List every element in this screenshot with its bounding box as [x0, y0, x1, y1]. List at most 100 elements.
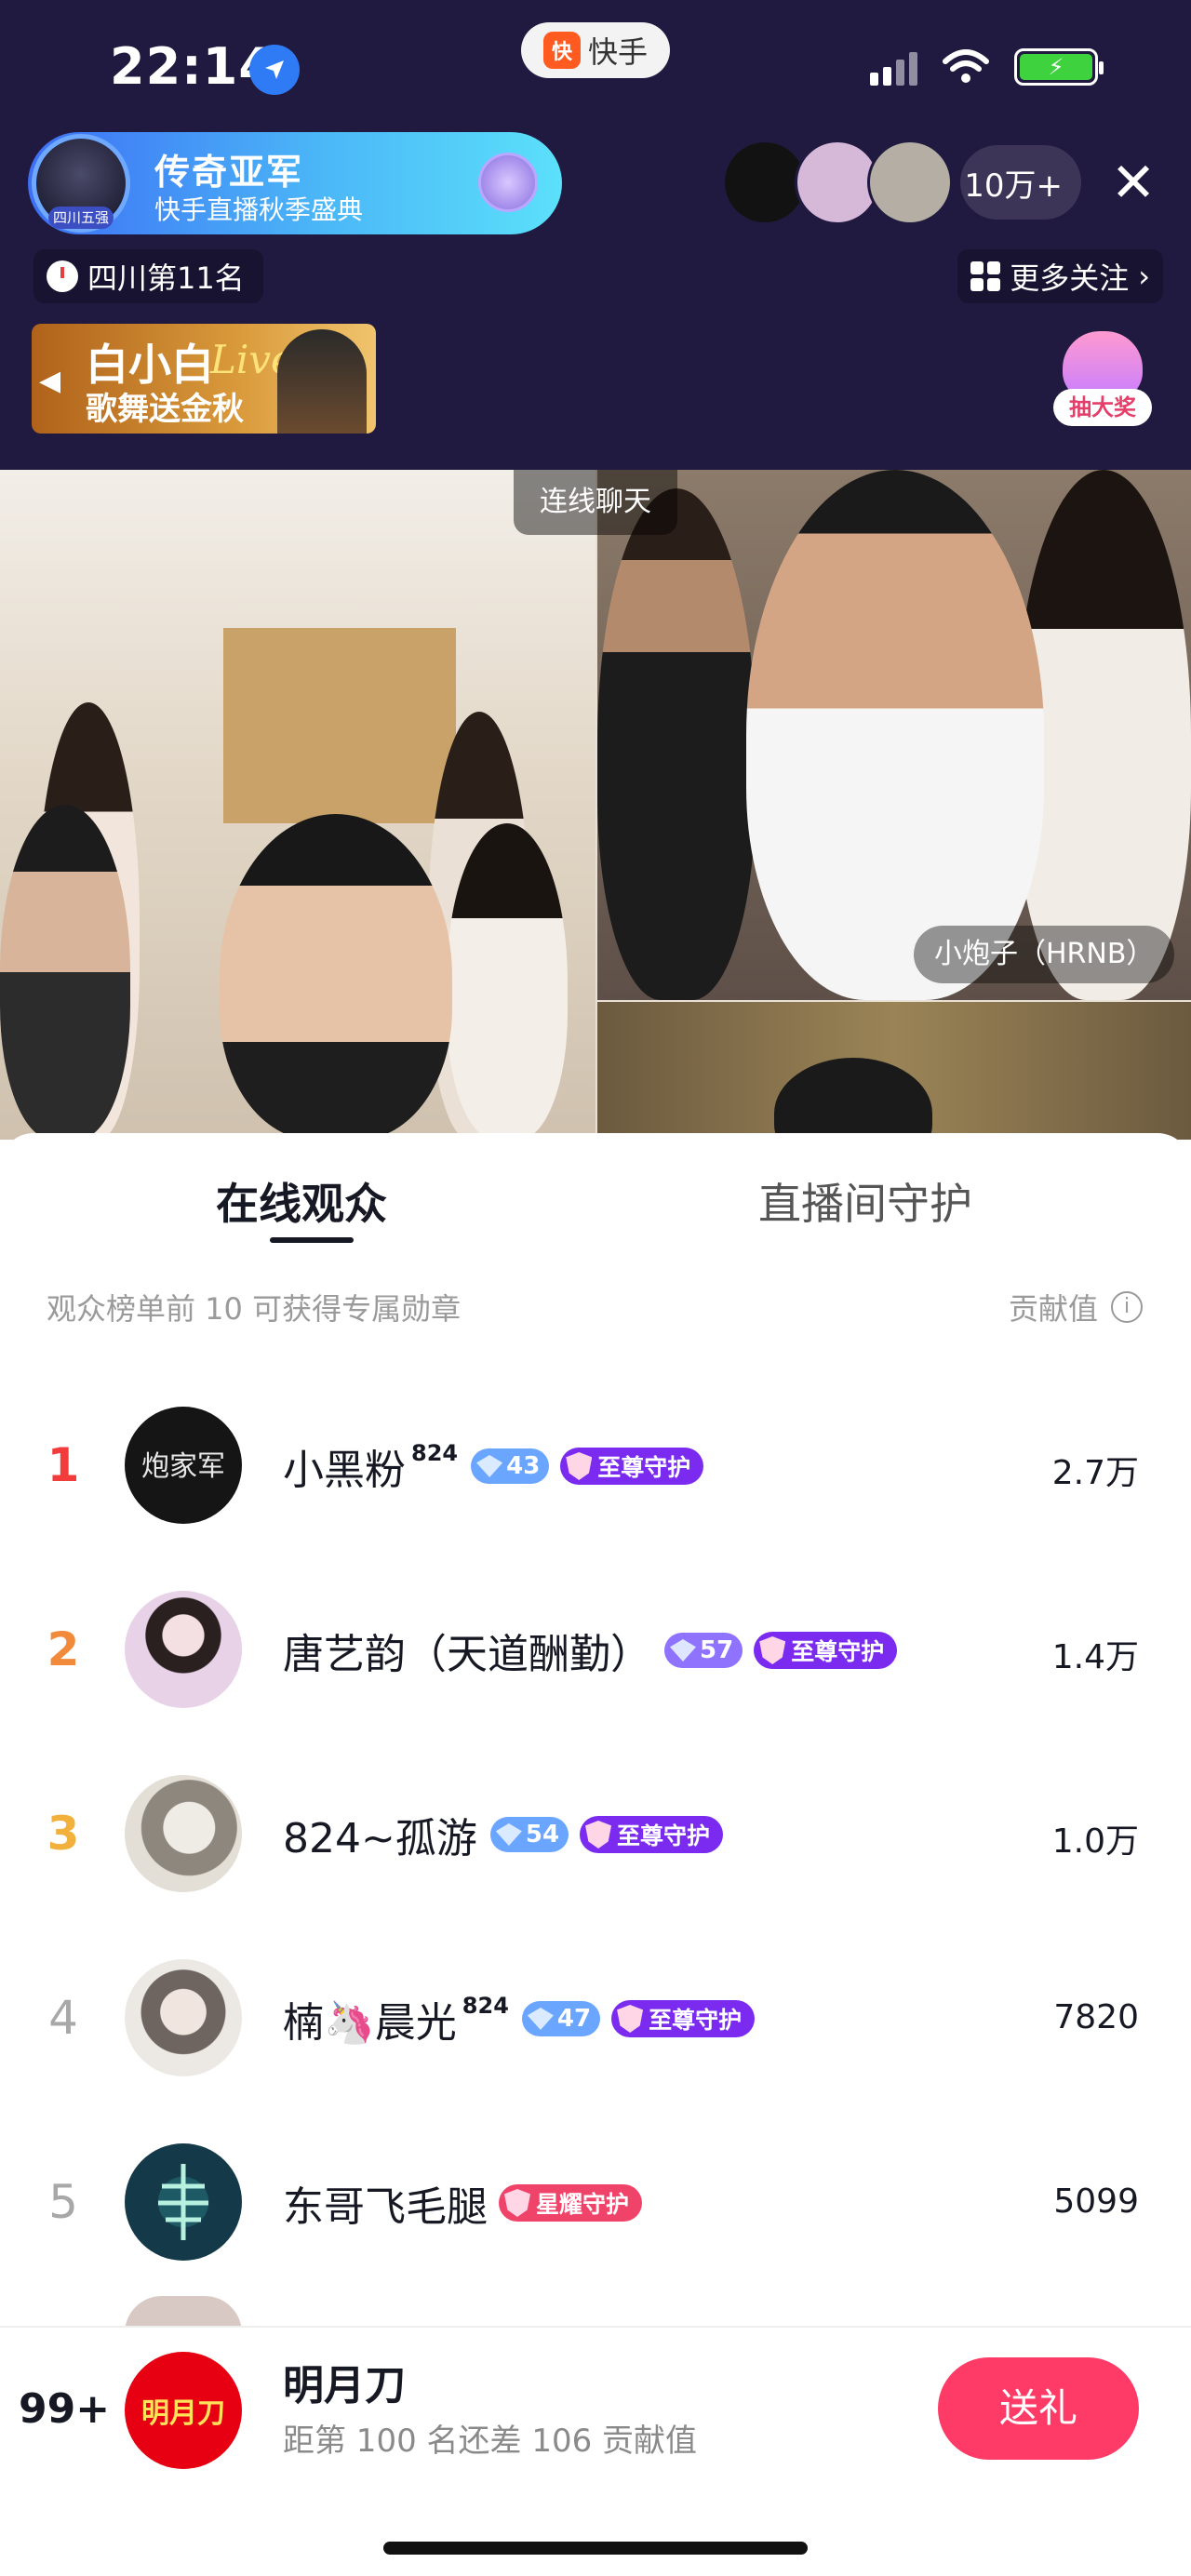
third-video-feed	[597, 1002, 1191, 1140]
host-rank-tag: 四川五强	[48, 207, 114, 229]
contribution-value: 7820	[1053, 1998, 1139, 2036]
viewer-count[interactable]: 10万+	[960, 145, 1081, 220]
host-card[interactable]: 四川五强 传奇亚军 快手直播秋季盛典	[28, 132, 562, 234]
live-header: 22:14 快 快手 ⚡ 四川五强 传奇亚军 快手直播秋季盛典 10万+ ✕ 四…	[0, 0, 1191, 470]
chevron-right-icon: ›	[1138, 259, 1150, 294]
clock-icon	[47, 260, 78, 292]
contribution-value: 2.7万	[1051, 1454, 1139, 1492]
guard-badge: 至尊守护	[580, 1816, 724, 1853]
kuaishou-logo-icon: 快	[542, 32, 581, 69]
user-name: 小黑粉	[283, 1447, 406, 1494]
level-value: 47	[556, 2005, 592, 2033]
user-name-superscript: 824	[411, 1440, 459, 1466]
rank-number: 2	[47, 1622, 80, 1676]
user-name: 东哥飞毛腿	[283, 2183, 488, 2231]
user-name: 824~孤游	[283, 1815, 477, 1862]
user-name-line: 楠🦄晨光 824 47 至尊守护	[283, 1989, 756, 2049]
level-badge: 57	[664, 1633, 743, 1668]
region-rank-text: 四川第11名	[87, 260, 245, 296]
app-name: 快手	[587, 34, 648, 70]
gem-icon	[670, 1639, 696, 1662]
user-name-superscript: 824	[462, 1993, 509, 2019]
svg-text:炮家军: 炮家军	[141, 1450, 225, 1483]
my-rank-bar: 99+ 明月刀 明月刀 距第 100 名还差 106 贡献值 送礼	[0, 2326, 1191, 2576]
my-name: 明月刀	[283, 2362, 406, 2409]
guest-video-feed	[597, 470, 1191, 1000]
audience-row[interactable]: 3 824~孤游 54 至尊守护 1.0万	[0, 1775, 1191, 1983]
host-subtitle: 快手直播秋季盛典	[154, 194, 364, 225]
more-follow-button[interactable]: 更多关注 ›	[957, 249, 1163, 303]
audience-row[interactable]: 1 炮家军 小黑粉 824 43 至尊守护 2.7万	[0, 1407, 1191, 1615]
guest-name-tag: 小炮子（HRNB）	[914, 926, 1175, 983]
triangle-left-icon: ◀	[39, 365, 61, 397]
gem-icon	[495, 1823, 522, 1846]
shield-icon	[759, 1636, 786, 1664]
user-name-line: 唐艺韵（天道酬勤） 57 至尊守护	[283, 1621, 898, 1680]
host-title: 传奇亚军	[154, 152, 304, 193]
rank-number: 5	[48, 2175, 78, 2229]
rank-number: 3	[47, 1807, 80, 1861]
shield-icon	[617, 2005, 644, 2033]
app-return-pill[interactable]: 快 快手	[521, 22, 670, 78]
more-follow-label: 更多关注	[1010, 260, 1130, 296]
tab-room-guardians[interactable]: 直播间守护	[758, 1170, 972, 1232]
close-icon[interactable]: ✕	[1105, 155, 1161, 212]
battery-icon: ⚡	[1014, 48, 1104, 86]
audience-row[interactable]: 4 楠🦄晨光 824 47 至尊守护 7820	[0, 1959, 1191, 2168]
live-video[interactable]: 连线聊天 小炮子（HRNB）	[0, 470, 1191, 1140]
contribution-header[interactable]: 贡献值 i	[1009, 1286, 1143, 1328]
avatar[interactable]	[125, 1775, 242, 1892]
contribution-label: 贡献值	[1008, 1291, 1098, 1327]
promo-banner[interactable]: ◀ 白小白 Live 歌舞送金秋	[32, 324, 376, 434]
viewer-avatar[interactable]	[867, 140, 953, 225]
link-chat-label: 连线聊天	[514, 470, 677, 535]
level-value: 43	[506, 1452, 541, 1480]
gem-icon	[476, 1455, 503, 1477]
shield-icon	[585, 1821, 612, 1849]
region-rank-tag[interactable]: 四川第11名	[33, 249, 263, 303]
my-avatar[interactable]: 明月刀	[125, 2352, 242, 2469]
guard-label: 星耀守护	[536, 2191, 630, 2218]
wall-art	[223, 628, 456, 823]
info-icon[interactable]: i	[1111, 1291, 1143, 1323]
guard-badge: 星耀守护	[499, 2184, 643, 2222]
guard-label: 至尊守护	[649, 2007, 743, 2034]
guard-label: 至尊守护	[617, 1822, 711, 1849]
avatar[interactable]	[125, 1591, 242, 1708]
level-value: 57	[700, 1636, 734, 1664]
guard-badge: 至尊守护	[611, 2000, 756, 2037]
wifi-icon	[943, 49, 989, 83]
status-icons: ⚡	[870, 48, 1104, 86]
guard-label: 至尊守护	[791, 1638, 885, 1665]
top-viewers-avatars[interactable]	[722, 140, 953, 225]
ranking-hint: 观众榜单前 10 可获得专属勋章	[47, 1291, 462, 1327]
lottery-label: 抽大奖	[1053, 389, 1152, 426]
contribution-value: 1.4万	[1051, 1638, 1139, 1676]
avatar[interactable]: 炮家军	[125, 1407, 242, 1524]
lottery-button[interactable]: 抽大奖	[1050, 324, 1156, 430]
guard-badge: 至尊守护	[560, 1448, 704, 1485]
rank-number: 1	[47, 1438, 80, 1492]
avatar[interactable]	[125, 1959, 242, 2076]
user-name: 楠🦄晨光	[283, 1999, 457, 2047]
guard-badge: 至尊守护	[754, 1632, 898, 1669]
user-name-line: 东哥飞毛腿 星耀守护	[283, 2173, 643, 2233]
audience-row[interactable]: 2 唐艺韵（天道酬勤） 57 至尊守护 1.4万	[0, 1591, 1191, 1799]
tab-online-audience[interactable]: 在线观众	[216, 1170, 387, 1232]
level-badge: 47	[521, 2001, 601, 2036]
home-indicator[interactable]	[383, 2542, 808, 2555]
guard-label: 至尊守护	[597, 1454, 691, 1481]
my-rank: 99+	[19, 2385, 111, 2433]
host-video-feed	[0, 470, 596, 1140]
tab-active-indicator	[270, 1237, 354, 1243]
send-gift-button[interactable]: 送礼	[938, 2357, 1139, 2460]
shield-icon	[566, 1452, 593, 1480]
event-badge-icon	[478, 153, 538, 212]
user-name-line: 824~孤游 54 至尊守护	[283, 1805, 724, 1864]
user-name-line: 小黑粉 824 43 至尊守护	[283, 1436, 704, 1496]
user-name: 唐艺韵（天道酬勤）	[283, 1631, 651, 1678]
sheet-tabs: 在线观众 直播间守护	[0, 1133, 1191, 1245]
cellular-signal-icon	[870, 48, 917, 86]
promo-subtitle: 歌舞送金秋	[86, 391, 244, 428]
avatar[interactable]	[125, 2143, 242, 2261]
